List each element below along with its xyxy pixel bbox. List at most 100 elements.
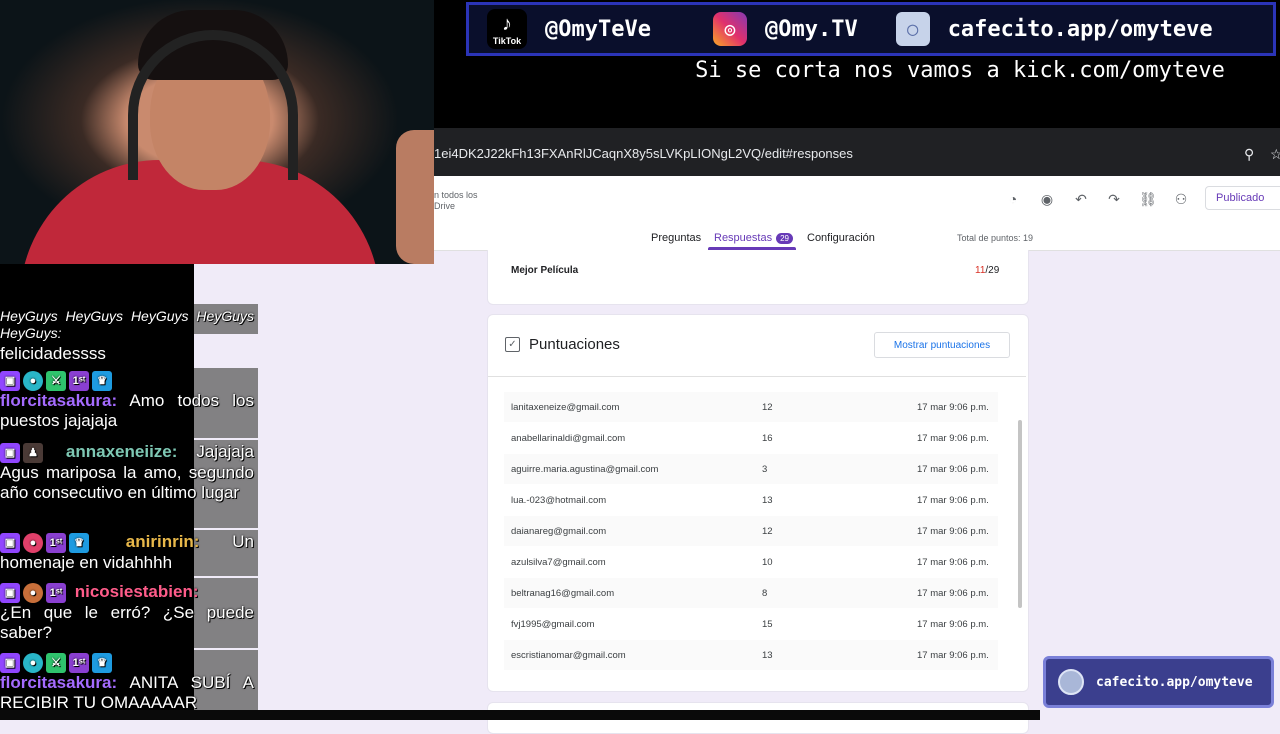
first-place-icon: 1ˢᵗ — [69, 652, 89, 673]
row-email: aguirre.maria.agustina@gmail.com — [511, 464, 659, 475]
row-score: 13 — [762, 495, 773, 506]
scrollbar[interactable] — [1018, 420, 1022, 608]
chat-message: ▣ ● 1ˢᵗ ♛ anirinrin: Un homenaje en vida… — [0, 532, 254, 573]
chat-username[interactable]: florcitasakura: — [0, 673, 117, 692]
cafecito-icon: ◯ — [895, 12, 930, 46]
twitch-icon: ▣ — [0, 532, 20, 553]
row-score: 12 — [762, 526, 773, 537]
tab-respuestas[interactable]: Respuestas 29 — [714, 232, 793, 244]
cafecito-handle-group: ◯ cafecito.app/omyteve — [895, 12, 1213, 46]
undo-icon[interactable]: ↶ — [1072, 190, 1090, 208]
table-row: escristianomar@gmail.com 13 17 mar 9:06 p.… — [504, 640, 998, 670]
tiktok-handle-group: ♪ TikTok @OmyTeVe — [487, 9, 651, 49]
cafecito-badge: cafecito.app/omyteve — [1043, 656, 1274, 708]
chat-message: felicidadessss — [0, 344, 254, 364]
row-email: azulsilva7@gmail.com — [511, 557, 606, 568]
row-email: lanitaxeneize@gmail.com — [511, 402, 620, 413]
cafecito-badge-text: cafecito.app/omyteve — [1096, 674, 1253, 690]
row-date: 17 mar 9:06 p.m. — [917, 650, 989, 661]
cafecito-icon — [1058, 669, 1084, 695]
bottom-strip — [0, 710, 1040, 720]
first-place-icon: 1ˢᵗ — [46, 582, 66, 603]
row-email: lua.-023@hotmail.com — [511, 495, 607, 506]
user-icon: ● — [23, 532, 43, 553]
chat-message: ▣ ● ⚔ 1ˢᵗ ♛ florcitasakura: Amo todos lo… — [0, 370, 254, 431]
row-email: beltranag16@gmail.com — [511, 588, 615, 599]
publish-button[interactable]: Publicado — [1205, 186, 1280, 210]
address-bar-url[interactable]: 1ei4DK2J22kFh13FXAnRlJCaqnX8y5sLVKpLIONg… — [434, 146, 853, 161]
palette-icon[interactable]: ◔ — [1004, 190, 1022, 208]
chat-text: HeyGuys HeyGuys HeyGuys HeyGuys HeyGuys: — [0, 308, 254, 341]
show-scores-button[interactable]: Mostrar puntuaciones — [874, 332, 1010, 358]
zoom-icon[interactable]: ⚲ — [1244, 146, 1254, 163]
tiktok-icon: ♪ TikTok — [487, 9, 527, 49]
tab-configuracion[interactable]: Configuración — [807, 232, 875, 244]
link-icon[interactable]: ⛓ — [1139, 190, 1157, 208]
chat-username[interactable]: annaxeneiize: — [66, 442, 178, 461]
row-email: anabellarinaldi@gmail.com — [511, 433, 626, 444]
chat-badges: ▣ ● 1ˢᵗ ♛ — [0, 532, 89, 553]
crown-icon: ♛ — [92, 370, 112, 391]
twitch-icon: ▣ — [0, 652, 20, 673]
table-row: beltranag16@gmail.com 8 17 mar 9:06 p.m. — [504, 578, 998, 608]
row-date: 17 mar 9:06 p.m. — [917, 402, 989, 413]
avatar-icon: ● — [23, 582, 43, 603]
streamer-hand — [396, 130, 434, 264]
instagram-handle: @Omy.TV — [764, 16, 858, 42]
table-row: azulsilva7@gmail.com 10 17 mar 9:06 p.m. — [504, 547, 998, 577]
tiktok-handle: @OmyTeVe — [545, 16, 651, 42]
add-collaborator-icon[interactable]: ⚇ — [1172, 190, 1190, 208]
chat-message: HeyGuys HeyGuys HeyGuys HeyGuys HeyGuys: — [0, 308, 254, 342]
preview-eye-icon[interactable]: ◉ — [1038, 190, 1056, 208]
table-row: lua.-023@hotmail.com 13 17 mar 9:06 p.m. — [504, 485, 998, 515]
row-date: 17 mar 9:06 p.m. — [917, 588, 989, 599]
first-place-icon: 1ˢᵗ — [69, 370, 89, 391]
checkbox-icon: ✓ — [505, 337, 520, 352]
row-date: 17 mar 9:06 p.m. — [917, 495, 989, 506]
tab-preguntas[interactable]: Preguntas — [651, 232, 701, 244]
redo-icon[interactable]: ↷ — [1105, 190, 1123, 208]
puntuaciones-title: Puntuaciones — [529, 336, 620, 353]
chat-badges: ▣ ● ⚔ 1ˢᵗ ♛ — [0, 652, 112, 673]
row-score: 3 — [762, 464, 768, 475]
row-score: 12 — [762, 402, 773, 413]
table-row: anabellarinaldi@gmail.com 16 17 mar 9:06 p… — [504, 423, 998, 453]
chat-username[interactable]: anirinrin: — [126, 532, 200, 551]
cafecito-handle: cafecito.app/omyteve — [947, 16, 1213, 42]
user-icon: ● — [23, 652, 43, 673]
response-count-badge: 29 — [776, 233, 793, 244]
kick-banner: Si se corta nos vamos a kick.com/omyteve — [695, 58, 1225, 83]
question-card — [487, 250, 1029, 305]
row-email: fvj1995@gmail.com — [511, 619, 595, 630]
row-score: 10 — [762, 557, 773, 568]
chat-text: ¿En que le erró? ¿Se puede saber? — [0, 602, 254, 642]
table-row: fvj1995@gmail.com 15 17 mar 9:06 p.m. — [504, 609, 998, 639]
star-icon[interactable]: ☆ — [1270, 146, 1280, 163]
chat-message: ▣ ● 1ˢᵗ nicosiestabien: ¿En que le erró?… — [0, 582, 254, 643]
table-row: aguirre.maria.agustina@gmail.com 3 17 mar … — [504, 454, 998, 484]
twitch-icon: ▣ — [0, 370, 20, 391]
table-row: lanitaxeneize@gmail.com 12 17 mar 9:06 p.m… — [504, 392, 998, 422]
first-place-icon: 1ˢᵗ — [46, 532, 66, 553]
row-date: 17 mar 9:06 p.m. — [917, 526, 989, 537]
twitch-icon: ▣ — [0, 582, 20, 603]
row-date: 17 mar 9:06 p.m. — [917, 557, 989, 568]
chat-message: ▣ ● ⚔ 1ˢᵗ ♛ florcitasakura: ANITA SUBÍ A… — [0, 652, 254, 710]
chat-badges: ▣ ♟ — [0, 442, 43, 463]
divider — [488, 376, 1026, 377]
avatar-icon: ♟ — [23, 442, 43, 463]
chat-username[interactable]: florcitasakura: — [0, 391, 117, 410]
row-score: 15 — [762, 619, 773, 630]
sword-icon: ⚔ — [46, 370, 66, 391]
question-label: Mejor Película — [511, 265, 579, 276]
table-row: daianareg@gmail.com 12 17 mar 9:06 p.m. — [504, 516, 998, 546]
chat-username[interactable]: nicosiestabien: — [75, 582, 199, 601]
chat-text: felicidadessss — [0, 344, 106, 363]
sword-icon: ⚔ — [46, 652, 66, 673]
user-icon: ● — [23, 370, 43, 391]
twitch-icon: ▣ — [0, 442, 20, 463]
crown-icon: ♛ — [92, 652, 112, 673]
row-score: 8 — [762, 588, 768, 599]
row-email: escristianomar@gmail.com — [511, 650, 626, 661]
row-date: 17 mar 9:06 p.m. — [917, 619, 989, 630]
